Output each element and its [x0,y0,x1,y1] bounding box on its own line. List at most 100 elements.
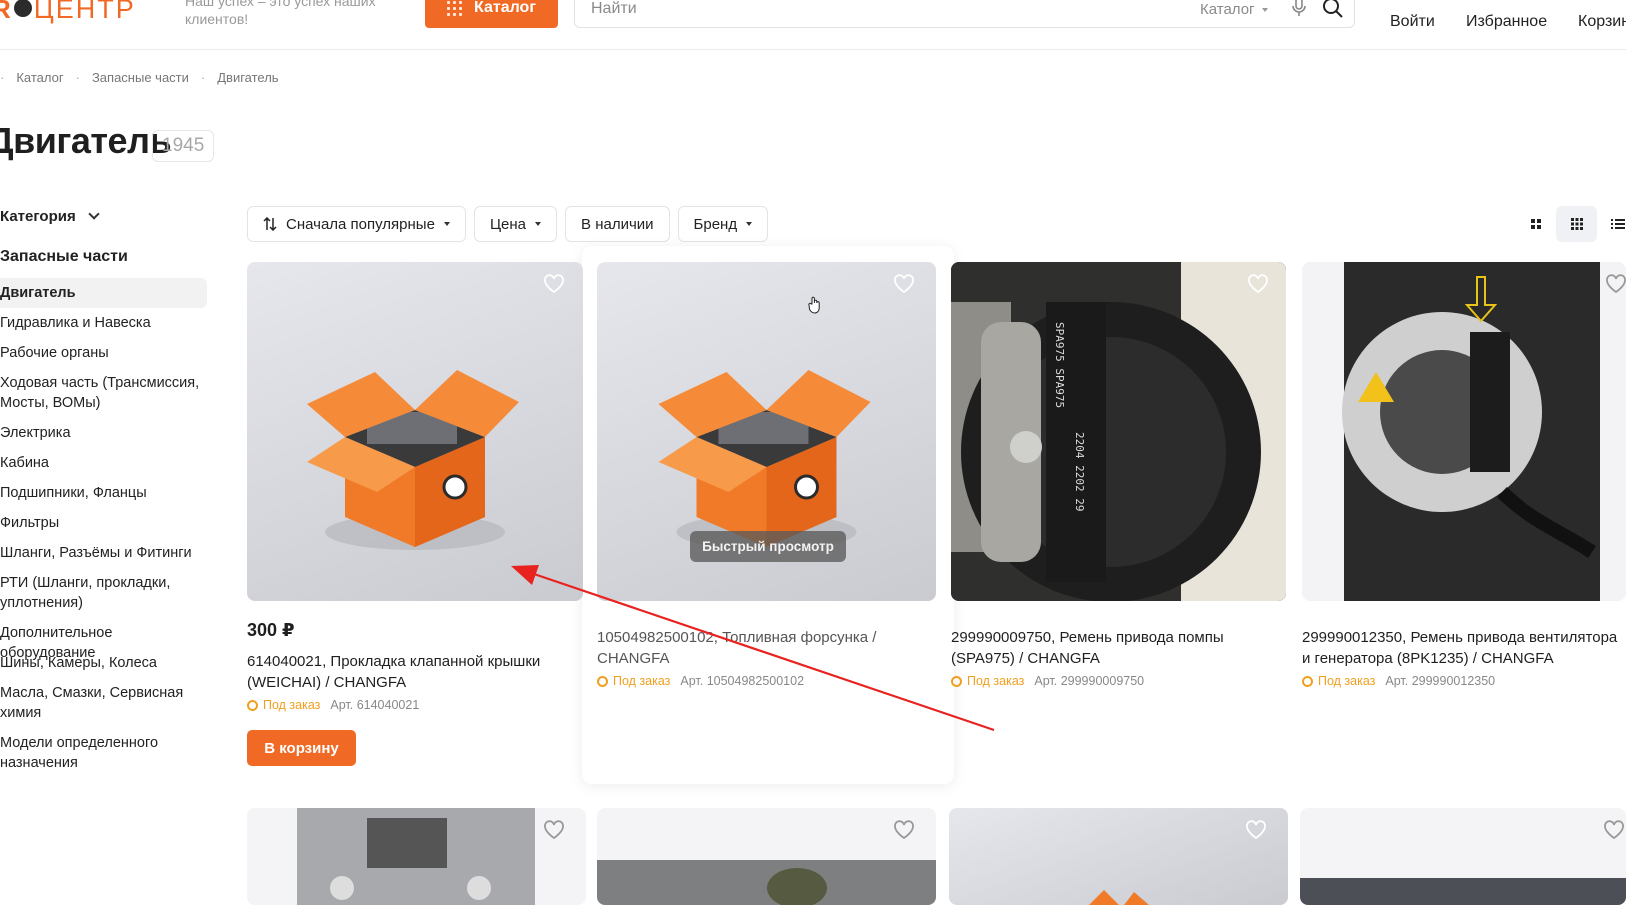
quick-view-button[interactable]: Быстрый просмотр [690,531,846,562]
brand-filter-button[interactable]: Бренд [677,206,769,242]
order-status: Под заказ [1302,674,1375,688]
box-placeholder-image [307,370,519,550]
part-photo [597,860,936,905]
mouse-cursor-icon [808,296,820,314]
heart-icon[interactable] [893,274,915,294]
product-title[interactable]: 614040021, Прокладка клапанной крышки (W… [247,651,577,693]
svg-text:2204 2202 29: 2204 2202 29 [1073,432,1086,511]
product-image[interactable] [247,262,583,601]
product-title[interactable]: 299990012350, Ремень привода вентилятора… [1302,627,1626,669]
breadcrumb: · Каталог · Запасные части · Двигатель [0,70,279,85]
sidebar-item[interactable]: Фильтры [0,513,207,533]
order-status: Под заказ [951,674,1024,688]
product-image[interactable] [597,808,936,905]
product-image[interactable] [247,808,586,905]
page-title: Двигатель [0,120,172,161]
sidebar-item[interactable]: Шины, Камеры, Колеса [0,653,207,673]
heart-icon[interactable] [1605,274,1626,294]
product-article: Арт. 10504982500102 [680,674,805,688]
breadcrumb-item[interactable]: Запасные части [92,70,189,85]
microphone-icon[interactable] [1291,0,1307,17]
slogan: Наш успех – это успех наших клиентов! [185,0,376,27]
svg-text:SPA975 SPA975: SPA975 SPA975 [1053,322,1066,408]
product-image[interactable] [1300,808,1626,905]
sidebar-item[interactable]: Модели определенного назначения [0,733,207,773]
favorites-link[interactable]: Избранное [1466,13,1547,31]
filter-bar: Сначала популярные Цена В наличии Бренд [247,206,769,242]
product-title[interactable]: 10504982500102, Топливная форсунка / CHA… [597,627,927,669]
engine-belt-photo [1342,262,1600,601]
sidebar-item[interactable]: Масла, Смазки, Сервисная химия [0,683,207,723]
product-price: 300 ₽ [247,620,295,640]
logo-text: ЦЕНТР [33,0,136,24]
order-status: Под заказ [597,674,670,688]
search-input[interactable]: Найти [591,0,637,18]
product-image[interactable]: SPA975 SPA975 2204 2202 29 [951,262,1286,601]
logo[interactable]: R ЦЕНТР [0,0,136,25]
product-article: Арт. 299990009750 [1034,674,1145,688]
catalog-grid-icon [447,0,462,16]
sidebar-item[interactable]: Электрика [0,423,207,443]
sidebar-item[interactable]: Кабина [0,453,207,473]
part-photo [1300,878,1626,905]
view-switcher [1515,206,1626,242]
heart-icon[interactable] [1603,820,1625,840]
product-article: Арт. 614040021 [330,698,420,712]
heart-icon[interactable] [1247,274,1269,294]
sidebar-item[interactable]: Подшипники, Фланцы [0,483,207,503]
product-title[interactable]: 299990009750, Ремень привода помпы (SPA9… [951,627,1281,669]
product-meta: Под заказ Арт. 614040021 [247,698,419,712]
small-grid-view-button[interactable] [1556,206,1597,242]
price-filter-button[interactable]: Цена [473,206,558,242]
sort-button[interactable]: Сначала популярные [247,206,466,242]
site-header: R ЦЕНТР Наш успех – это успех наших клие… [0,0,1626,50]
large-grid-icon [1530,219,1541,229]
caret-down-icon [746,222,753,226]
order-status: Под заказ [247,698,320,712]
logo-mark-icon [13,0,32,17]
sidebar-item-engine[interactable]: Двигатель [0,278,207,308]
heart-icon[interactable] [1245,820,1267,840]
small-grid-icon [1570,218,1583,230]
product-article: Арт. 299990012350 [1385,674,1496,688]
heart-icon[interactable] [893,820,915,840]
list-view-button[interactable] [1597,206,1626,242]
product-image[interactable] [949,808,1288,905]
gasket-photo [297,808,535,905]
clock-icon [1302,675,1313,687]
list-icon [1610,219,1625,229]
chevron-down-icon [88,208,100,220]
catalog-button[interactable]: Каталог [425,0,558,28]
belt-pulley-photo: SPA975 SPA975 2204 2202 29 [951,262,1286,601]
product-meta: Под заказ Арт. 10504982500102 [597,674,804,688]
sort-icon [263,217,277,231]
large-grid-view-button[interactable] [1515,206,1556,242]
in-stock-filter-button[interactable]: В наличии [565,206,670,242]
caret-down-icon [535,222,542,226]
cart-link[interactable]: Корзина [1578,13,1626,31]
breadcrumb-item[interactable]: Каталог [16,70,63,85]
search-icon[interactable] [1322,0,1344,19]
sidebar-item[interactable]: РТИ (Шланги, прокладки, уплотнения) [0,573,207,613]
search-bar[interactable]: Найти Каталог [574,0,1355,28]
product-image[interactable] [1302,262,1626,601]
product-meta: Под заказ Арт. 299990009750 [951,674,1144,688]
sidebar-item[interactable]: Рабочие органы [0,343,207,363]
sidebar-subheading[interactable]: Запасные части [0,248,128,266]
add-to-cart-button[interactable]: В корзину [247,730,356,766]
clock-icon [597,675,608,687]
clock-icon [951,675,962,687]
heart-icon[interactable] [543,274,565,294]
clock-icon [247,699,258,711]
logo-text-prefix: R [0,0,12,24]
heart-icon[interactable] [543,820,565,840]
search-category-select[interactable]: Каталог [1200,1,1268,18]
product-count-badge: 1945 [152,130,215,162]
sidebar-item[interactable]: Ходовая часть (Трансмиссия, Мосты, ВОМы) [0,373,207,413]
breadcrumb-item[interactable]: Двигатель [217,70,278,85]
sidebar-item[interactable]: Шланги, Разъёмы и Фитинги [0,543,207,563]
sidebar-heading[interactable]: Категория [0,208,100,225]
product-meta: Под заказ Арт. 299990012350 [1302,674,1495,688]
sidebar-item[interactable]: Гидравлика и Навеска [0,313,207,333]
login-link[interactable]: Войти [1390,13,1435,31]
